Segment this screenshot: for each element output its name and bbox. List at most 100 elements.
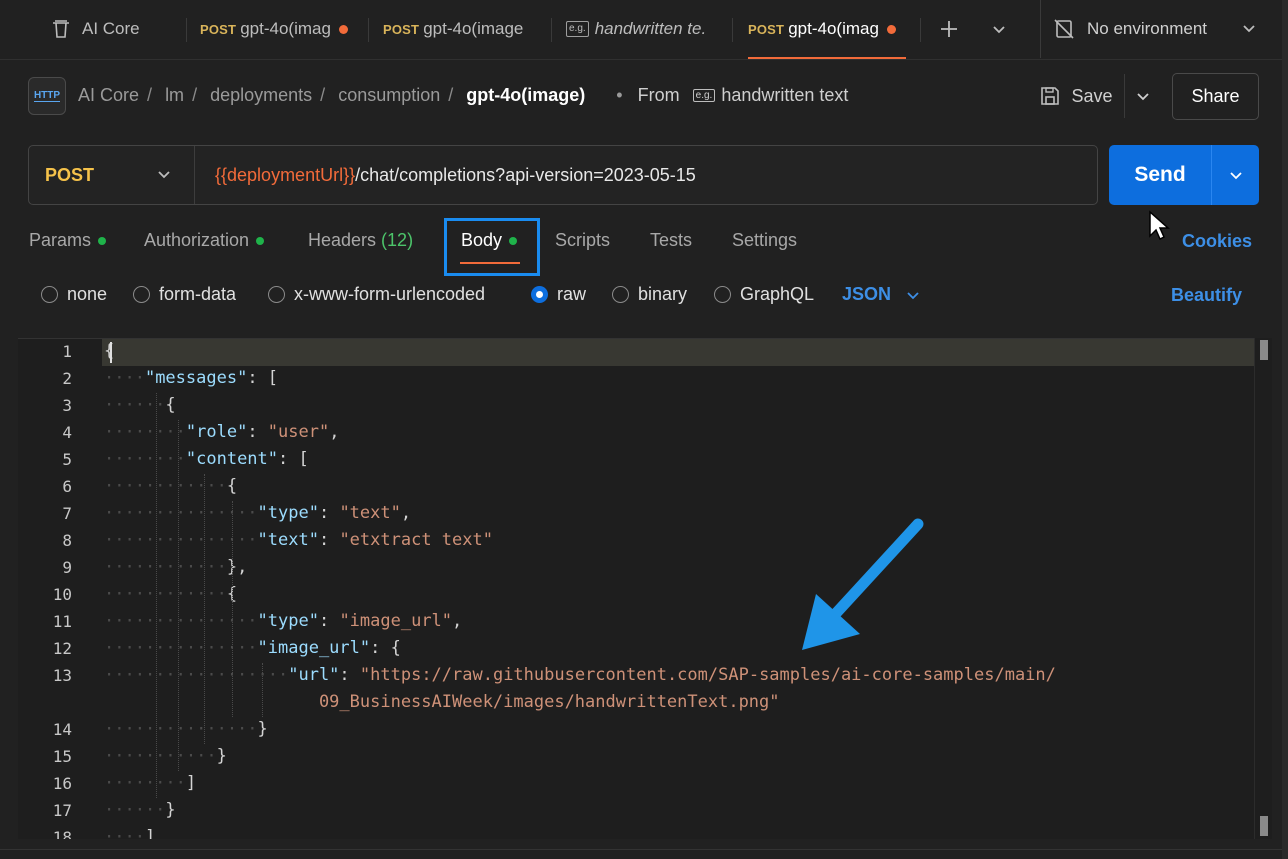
- breadcrumb-item[interactable]: AI Core: [78, 85, 139, 105]
- from-example-link[interactable]: handwritten text: [721, 85, 848, 105]
- line-number: 14: [52, 720, 72, 739]
- unsaved-dot-icon: [886, 24, 896, 34]
- request-name[interactable]: gpt-4o(image): [466, 85, 585, 105]
- tab-authorization[interactable]: Authorization: [144, 230, 265, 251]
- radio-icon: [133, 286, 150, 303]
- code-line: ········"content": [: [104, 449, 309, 469]
- annotation-arrow-icon: [790, 510, 930, 665]
- code-line: ········"role": "user",: [104, 422, 340, 442]
- unsaved-dot-icon: [338, 24, 348, 34]
- line-number: 17: [52, 801, 72, 820]
- chevron-down-icon: [905, 287, 921, 303]
- trash-icon: [50, 18, 72, 40]
- new-tab-button[interactable]: [934, 0, 964, 58]
- radio-icon: [612, 286, 629, 303]
- example-icon: e.g.: [566, 21, 589, 37]
- cookies-link[interactable]: Cookies: [1182, 231, 1252, 252]
- radio-form-data[interactable]: form-data: [133, 284, 236, 305]
- code-editor[interactable]: 123456789101112131415161718 {····"messag…: [18, 338, 1272, 839]
- tab-settings[interactable]: Settings: [732, 230, 797, 251]
- code-line: ···············"image_url": {: [104, 638, 401, 658]
- breadcrumb-item[interactable]: consumption: [338, 85, 440, 105]
- url-input[interactable]: {{deploymentUrl}}/chat/completions?api-v…: [215, 146, 696, 204]
- tab-scripts[interactable]: Scripts: [555, 230, 610, 251]
- request-tabs: Params Authorization Headers (12) Body Sc…: [0, 218, 1288, 276]
- request-header: HTTP AI Core / lm / deployments / consumpti…: [0, 60, 1288, 136]
- tab-label: AI Core: [82, 19, 140, 38]
- beautify-button[interactable]: Beautify: [1171, 285, 1242, 306]
- tab-method: POST: [383, 21, 420, 37]
- radio-raw[interactable]: raw: [531, 284, 586, 305]
- status-bar: [0, 849, 1288, 859]
- breadcrumb-item[interactable]: deployments: [210, 85, 312, 105]
- line-number: 6: [62, 477, 72, 496]
- breadcrumb: AI Core / lm / deployments / consumption / g…: [78, 85, 849, 105]
- line-number: 18: [52, 828, 72, 839]
- http-icon: HTTP: [28, 77, 66, 115]
- chevron-down-icon: [1228, 167, 1244, 183]
- scroll-up-marker: [1260, 340, 1268, 360]
- tab-strip: AI Core POST gpt-4o(imag POST gpt-4o(ima…: [0, 0, 1288, 60]
- indent-guide: [262, 663, 263, 717]
- save-icon: [1039, 85, 1061, 107]
- tab-request[interactable]: POST gpt-4o(imag: [200, 0, 360, 58]
- chevron-down-icon: [1241, 20, 1257, 36]
- tab-label: gpt-4o(imag: [788, 19, 879, 38]
- tab-request-active[interactable]: POST gpt-4o(imag: [748, 0, 913, 58]
- status-dot-icon: [256, 236, 265, 245]
- environment-selector[interactable]: No environment: [1040, 0, 1288, 58]
- code-line: ····"messages": [: [104, 368, 279, 388]
- code-line: ············},: [104, 557, 248, 577]
- code-line: ···············"type": "text",: [104, 503, 412, 523]
- tab-body[interactable]: Body: [461, 230, 518, 251]
- headers-count: (12): [381, 230, 414, 250]
- tab-request[interactable]: POST gpt-4o(image: [383, 0, 533, 58]
- line-number: 5: [62, 450, 72, 469]
- line-number: 15: [52, 747, 72, 766]
- breadcrumb-item[interactable]: lm: [165, 85, 184, 105]
- url-variable: {{deploymentUrl}}: [215, 164, 356, 185]
- tab-headers[interactable]: Headers (12): [308, 230, 413, 251]
- no-environment-icon: [1053, 18, 1075, 40]
- environment-label: No environment: [1087, 19, 1208, 38]
- scroll-down-marker: [1260, 816, 1268, 836]
- code-line: ······}: [104, 800, 176, 820]
- line-number: 9: [62, 558, 72, 577]
- radio-icon: [41, 286, 58, 303]
- radio-icon: [714, 286, 731, 303]
- line-number: 1: [62, 342, 72, 361]
- line-number: 8: [62, 531, 72, 550]
- active-tab-indicator: [460, 262, 520, 264]
- method-select[interactable]: POST: [29, 146, 195, 204]
- body-type-options: none form-data x-www-form-urlencoded raw…: [0, 276, 1288, 316]
- share-button[interactable]: Share: [1172, 73, 1259, 120]
- line-number: 16: [52, 774, 72, 793]
- radio-icon: [268, 286, 285, 303]
- tab-collection[interactable]: AI Core: [50, 0, 180, 58]
- radio-none[interactable]: none: [41, 284, 107, 305]
- indent-guide: [178, 420, 179, 771]
- tab-tests[interactable]: Tests: [650, 230, 692, 251]
- example-icon: e.g.: [692, 89, 716, 102]
- radio-binary[interactable]: binary: [612, 284, 687, 305]
- radio-selected-icon: [531, 286, 548, 303]
- radio-urlencoded[interactable]: x-www-form-urlencoded: [268, 284, 485, 305]
- indent-guide: [204, 474, 205, 744]
- tab-label: handwritten te.: [594, 19, 707, 38]
- tab-example[interactable]: e.g. handwritten te.: [566, 0, 716, 58]
- line-number: 10: [52, 585, 72, 604]
- send-button[interactable]: Send: [1109, 145, 1211, 205]
- format-select[interactable]: JSON: [842, 284, 921, 305]
- line-number: 2: [62, 369, 72, 388]
- active-tab-indicator: [748, 57, 906, 59]
- line-number: 13: [52, 666, 72, 685]
- send-options-button[interactable]: [1211, 145, 1259, 205]
- tab-params[interactable]: Params: [29, 230, 107, 251]
- code-line: ··················"url": "https://raw.gi…: [104, 665, 1056, 685]
- radio-graphql[interactable]: GraphQL: [714, 284, 814, 305]
- save-button[interactable]: Save: [1028, 74, 1124, 118]
- chevron-down-icon: [991, 21, 1007, 37]
- editor-scrollbar[interactable]: [1254, 338, 1272, 839]
- save-options-button[interactable]: [1124, 74, 1160, 118]
- tab-list-button[interactable]: [986, 0, 1012, 58]
